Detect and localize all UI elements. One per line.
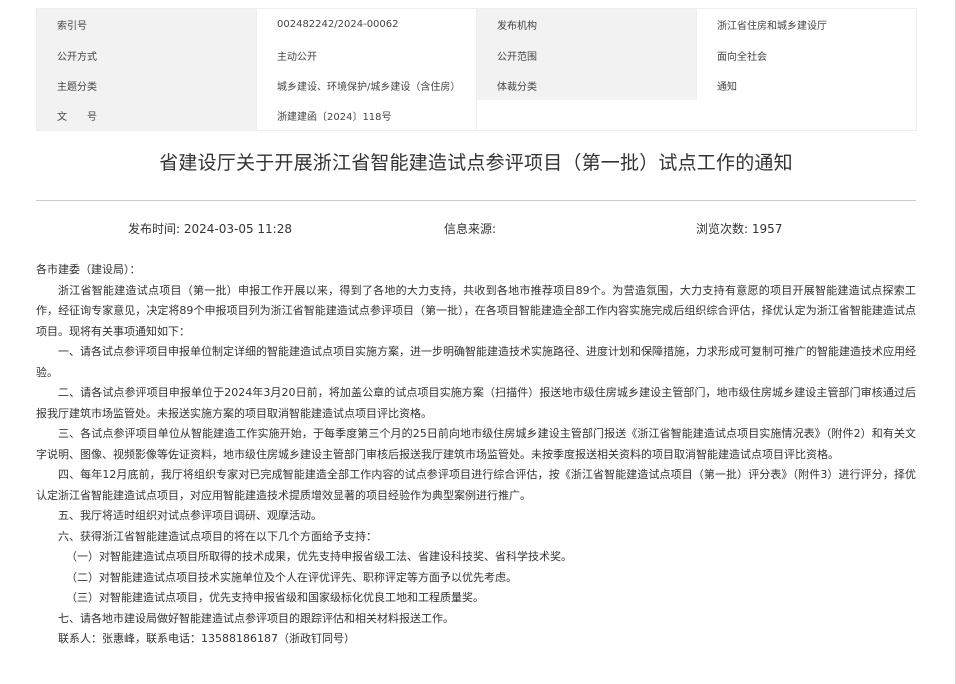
publish-time: 发布时间: 2024-03-05 11:28: [128, 222, 292, 236]
meta-label-index: 索引号: [36, 8, 257, 40]
metadata-row: 索引号 002482242/2024-00062 发布机构 浙江省住房和城乡建设…: [36, 8, 917, 40]
article-body: 各市建委（建设局）： 浙江省智能建造试点项目（第一批）申报工作开展以来，得到了各…: [36, 260, 916, 650]
metadata-table: 索引号 002482242/2024-00062 发布机构 浙江省住房和城乡建设…: [36, 8, 917, 131]
body-paragraph: 七、请各地市建设局做好智能建造试点参评项目的跟踪评估和相关材料报送工作。: [58, 611, 454, 625]
metadata-row: 文 号 浙建建函〔2024〕118号: [36, 100, 917, 131]
body-paragraph: 二、请各试点参评项目申报单位于2024年3月20日前，将加盖公章的试点项目实施方…: [36, 386, 916, 420]
body-paragraph: 三、各试点参评项目单位从智能建造工作实施开始，于每季度第三个月的25日前向地市级…: [36, 427, 916, 461]
support-item: （三）对智能建造试点项目，优先支持申报省级和国家级标化优良工地和工程质量奖。: [66, 591, 484, 604]
title-divider: [36, 200, 916, 201]
metadata-row: 公开方式 主动公开 公开范围 面向全社会: [36, 40, 917, 70]
view-count: 浏览次数: 1957: [696, 222, 783, 236]
meta-value-disclosure-scope: 面向全社会: [696, 40, 917, 70]
meta-value-publisher: 浙江省住房和城乡建设厅: [696, 8, 917, 40]
meta-label-genre: 体裁分类: [476, 70, 697, 100]
meta-value-topic: 城乡建设、环境保护/城乡建设（含住房）: [256, 70, 477, 100]
meta-label-disclosure-method: 公开方式: [36, 40, 257, 70]
body-paragraph: 四、每年12月底前，我厅将组织专家对已完成智能建造全部工作内容的试点参评项目进行…: [36, 468, 916, 502]
body-paragraph: 浙江省智能建造试点项目（第一批）申报工作开展以来，得到了各地的大力支持，共收到各…: [36, 283, 916, 338]
body-paragraph: 五、我厅将适时组织对试点参评项目调研、观摩活动。: [58, 509, 322, 522]
page-title: 省建设厅关于开展浙江省智能建造试点参评项目（第一批）试点工作的通知: [159, 152, 793, 174]
body-paragraph: 六、获得浙江省智能建造试点项目的将在以下几个方面给予支持：: [58, 529, 377, 543]
support-item: （一）对智能建造试点项目所取得的技术成果，优先支持申报省级工法、省建设科技奖、省…: [66, 550, 572, 563]
meta-label-topic: 主题分类: [36, 70, 257, 100]
body-paragraph: 一、请各试点参评项目申报单位制定详细的智能建造试点项目实施方案，进一步明确智能建…: [36, 345, 916, 379]
salutation: 各市建委（建设局）：: [36, 263, 141, 276]
meta-empty-cell: [696, 100, 917, 131]
meta-label-doc-number: 文 号: [36, 100, 257, 131]
meta-value-doc-number: 浙建建函〔2024〕118号: [256, 100, 477, 131]
contact-line: 联系人：张惠峰，联系电话：13588186187（浙政钉同号）: [58, 632, 355, 645]
meta-label-disclosure-scope: 公开范围: [476, 40, 697, 70]
meta-value-genre: 通知: [696, 70, 917, 100]
meta-empty-cell: [476, 100, 697, 131]
meta-label-publisher: 发布机构: [476, 8, 697, 40]
meta-value-index: 002482242/2024-00062: [256, 8, 477, 40]
metadata-row: 主题分类 城乡建设、环境保护/城乡建设（含住房） 体裁分类 通知: [36, 70, 917, 100]
info-source: 信息来源:: [444, 222, 497, 236]
meta-value-disclosure-method: 主动公开: [256, 40, 477, 70]
support-item: （二）对智能建造试点项目技术实施单位及个人在评优评先、职称评定等方面予以优先考虑…: [66, 570, 517, 584]
